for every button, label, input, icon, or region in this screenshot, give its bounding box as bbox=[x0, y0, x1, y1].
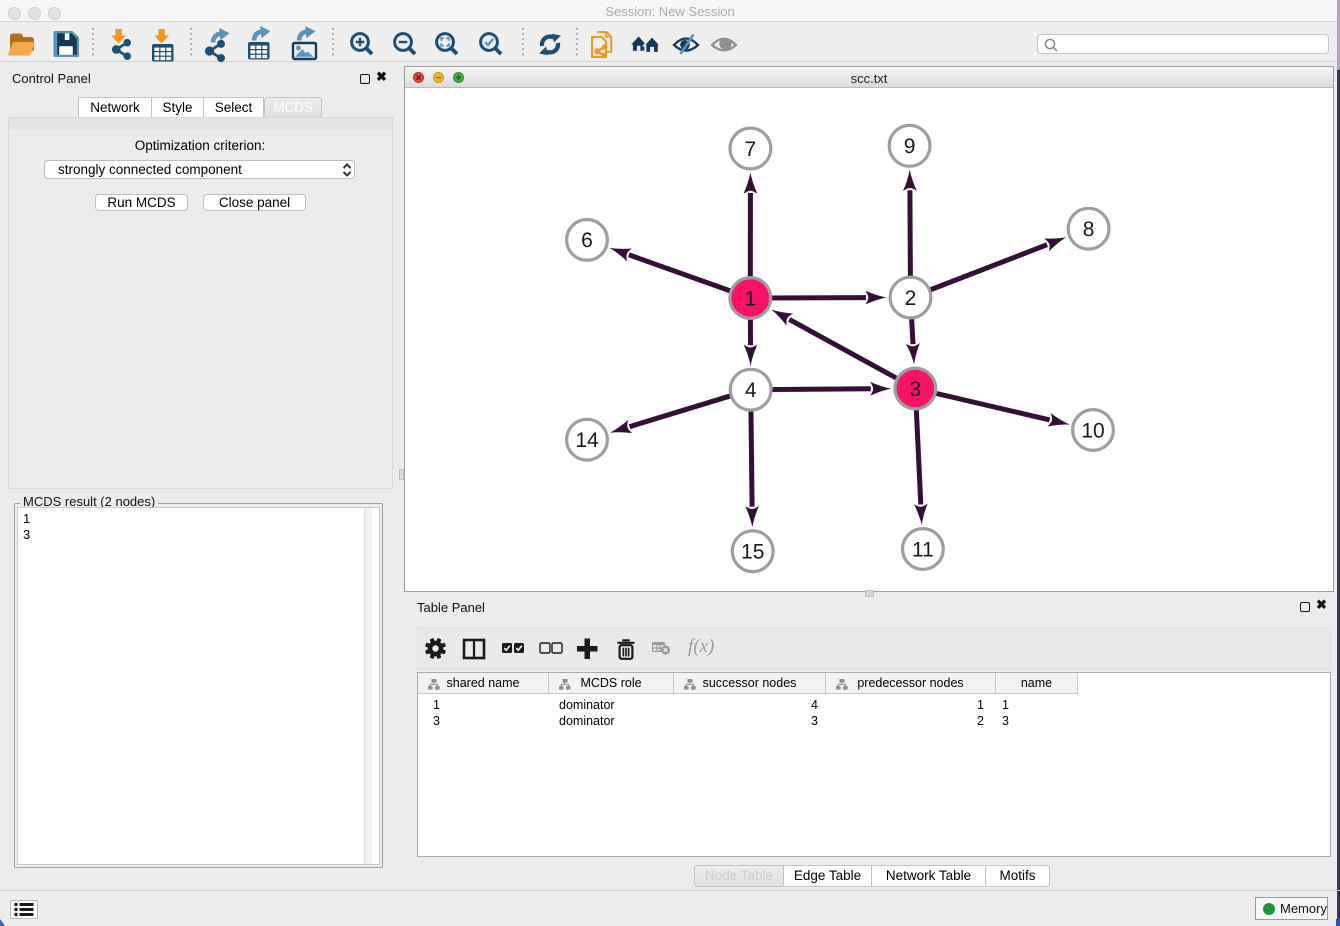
svg-text:8: 8 bbox=[1083, 218, 1095, 241]
svg-text:10: 10 bbox=[1081, 419, 1104, 442]
svg-text:11: 11 bbox=[912, 538, 934, 561]
svg-text:14: 14 bbox=[575, 429, 599, 452]
svg-text:15: 15 bbox=[741, 541, 764, 564]
svg-text:2: 2 bbox=[905, 287, 917, 310]
svg-text:9: 9 bbox=[904, 135, 916, 158]
svg-text:1: 1 bbox=[744, 287, 756, 310]
svg-text:4: 4 bbox=[745, 379, 757, 402]
svg-text:3: 3 bbox=[909, 378, 921, 401]
svg-text:7: 7 bbox=[745, 138, 757, 161]
svg-text:6: 6 bbox=[581, 229, 593, 252]
